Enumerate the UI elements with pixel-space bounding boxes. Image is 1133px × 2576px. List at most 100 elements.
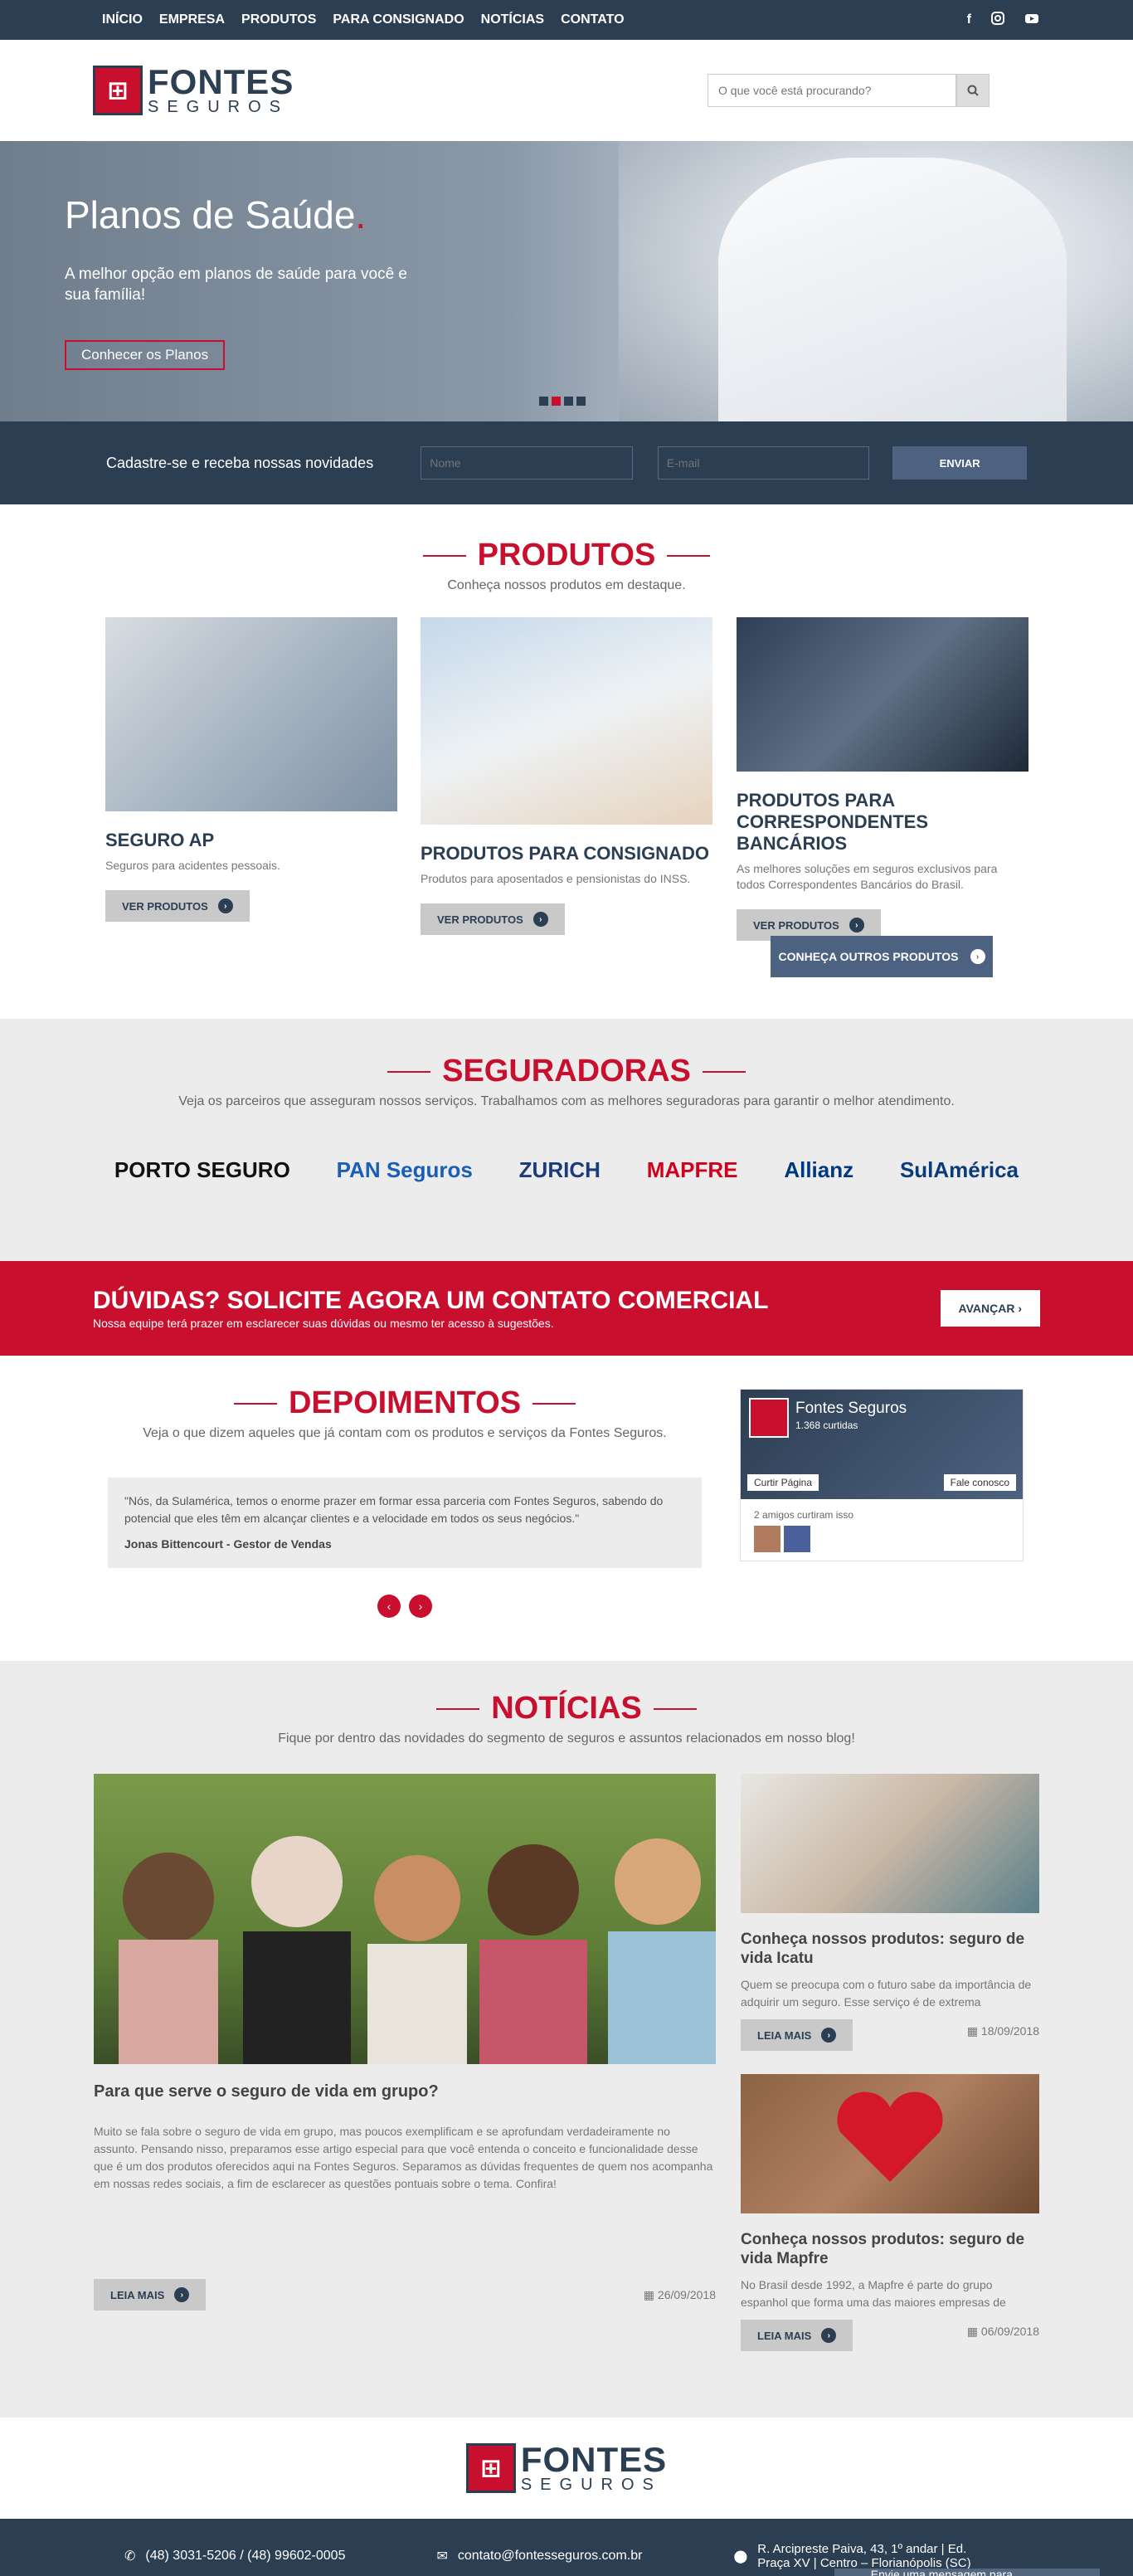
top-navbar: INÍCIO EMPRESA PRODUTOS PARA CONSIGNADO …: [0, 0, 1133, 40]
facebook-icon[interactable]: f: [967, 12, 971, 27]
news-title[interactable]: Conheça nossos produtos: seguro de vida …: [741, 1930, 1039, 1968]
logo-mapfre[interactable]: MAPFRE: [647, 1157, 738, 1183]
logo-porto-seguro[interactable]: PORTO SEGURO: [114, 1157, 290, 1183]
section-title: DEPOIMENTOS: [233, 1385, 576, 1421]
main-menu: INÍCIO EMPRESA PRODUTOS PARA CONSIGNADO …: [102, 12, 625, 27]
location-pin-icon: ⬤: [733, 2549, 748, 2564]
outros-produtos-button[interactable]: CONHEÇA OUTROS PRODUTOS ›: [771, 936, 993, 977]
hero-title: Planos de Saúde.: [65, 193, 367, 236]
nav-item-produtos[interactable]: PRODUTOS: [241, 12, 316, 27]
news-title[interactable]: Para que serve o seguro de vida em grupo…: [94, 2082, 716, 2101]
nav-item-empresa[interactable]: EMPRESA: [159, 12, 225, 27]
arrow-right-icon: ›: [174, 2287, 190, 2302]
nav-item-contato[interactable]: CONTATO: [561, 12, 624, 27]
footer-logo-area: ⊞ FONTES SEGUROS: [0, 2418, 1133, 2519]
fb-likes: 1.368 curtidas: [795, 1419, 858, 1431]
slider-dots: [539, 397, 586, 406]
name-field[interactable]: [421, 446, 633, 480]
brand-name: FONTES: [520, 2440, 668, 2479]
news-date: ▦ 06/09/2018: [966, 2324, 1039, 2338]
nav-item-inicio[interactable]: INÍCIO: [102, 12, 143, 27]
arrow-right-icon: ›: [217, 898, 233, 913]
logo-pan-seguros[interactable]: PAN Seguros: [337, 1157, 473, 1183]
leia-mais-button[interactable]: LEIA MAIS ›: [741, 2320, 853, 2351]
leia-mais-button[interactable]: LEIA MAIS ›: [741, 2019, 853, 2051]
section-subtitle: Veja os parceiros que asseguram nossos s…: [178, 1094, 955, 1108]
search-icon[interactable]: [956, 74, 990, 107]
logo-mark-icon: ⊞: [93, 66, 143, 115]
produtos-section: PRODUTOS Conheça nossos produtos em dest…: [0, 504, 1133, 1019]
seguradoras-section: SEGURADORAS Veja os parceiros que assegu…: [0, 1019, 1133, 1261]
footer-phone[interactable]: ✆ (48) 3031-5206 / (48) 99602-0005: [124, 2548, 345, 2564]
product-title: PRODUTOS PARA CORRESPONDENTES BANCÁRIOS: [737, 790, 929, 854]
news-date: ▦ 26/09/2018: [643, 2287, 716, 2301]
product-image: [105, 617, 397, 811]
slider-dot[interactable]: [564, 397, 573, 406]
logo-allianz[interactable]: Allianz: [784, 1157, 853, 1183]
brand-logo[interactable]: ⊞ FONTES SEGUROS: [93, 65, 294, 116]
logo-mark-icon: ⊞: [465, 2443, 516, 2493]
section-subtitle: Veja o que dizem aqueles que já contam c…: [143, 1426, 667, 1440]
nav-item-noticias[interactable]: NOTÍCIAS: [481, 12, 544, 27]
search-box: [708, 74, 990, 107]
nav-item-para-consignado[interactable]: PARA CONSIGNADO: [333, 12, 464, 27]
product-card: SEGURO AP Seguros para acidentes pessoai…: [105, 617, 397, 922]
section-title: NOTÍCIAS: [436, 1691, 697, 1726]
brand-sub: SEGUROS: [148, 98, 289, 116]
chat-widget[interactable]: ✉Envie uma mensagem para nós!jivochat: [834, 2568, 1100, 2576]
news-image[interactable]: [94, 1774, 716, 2064]
testimonial-quote: "Nós, da Sulamérica, temos o enorme praz…: [108, 1478, 702, 1568]
ver-produtos-button[interactable]: VER PRODUTOS ›: [421, 903, 565, 935]
search-input[interactable]: [708, 74, 956, 107]
hero-slider: Planos de Saúde. A melhor opção em plano…: [0, 141, 1133, 421]
partner-logos: PORTO SEGURO PAN Seguros ZURICH MAPFRE A…: [91, 1157, 1042, 1183]
news-title[interactable]: Conheça nossos produtos: seguro de vida …: [741, 2230, 1039, 2268]
fb-like-button[interactable]: Curtir Página: [747, 1474, 819, 1491]
slider-dot[interactable]: [539, 397, 548, 406]
leia-mais-button[interactable]: LEIA MAIS ›: [94, 2279, 207, 2311]
logo-zurich[interactable]: ZURICH: [519, 1157, 601, 1183]
footer-contact-bar: ✆ (48) 3031-5206 / (48) 99602-0005 ✉ conta…: [0, 2519, 1133, 2576]
prev-arrow-icon[interactable]: ‹: [377, 1595, 401, 1618]
contato-text: Nossa equipe terá prazer em esclarecer s…: [93, 1317, 554, 1330]
slider-dot-active[interactable]: [552, 397, 561, 406]
news-excerpt: Muito se fala sobre o seguro de vida em …: [94, 2125, 713, 2190]
product-image: [421, 617, 712, 825]
product-text: Seguros para acidentes pessoais.: [105, 859, 280, 872]
arrow-right-icon: ›: [821, 2028, 837, 2043]
avancar-button[interactable]: AVANÇAR ›: [940, 1290, 1040, 1327]
product-card: PRODUTOS PARA CONSIGNADO Produtos para a…: [421, 617, 712, 935]
youtube-icon[interactable]: [1024, 12, 1039, 29]
news-date: ▦ 18/09/2018: [966, 2023, 1039, 2038]
send-button[interactable]: ENVIAR: [892, 446, 1027, 480]
footer-email[interactable]: ✉ contato@fontesseguros.com.br: [436, 2548, 642, 2564]
news-image[interactable]: [741, 1774, 1039, 1913]
avatar[interactable]: [754, 1526, 780, 1552]
slider-dot[interactable]: [576, 397, 586, 406]
arrow-right-icon: ›: [970, 949, 985, 964]
fb-page-name[interactable]: Fontes Seguros: [795, 1400, 907, 1418]
next-arrow-icon[interactable]: ›: [409, 1595, 432, 1618]
hero-text: A melhor opção em planos de saúde para v…: [65, 265, 407, 304]
footer-address: ⬤ R. Arcipreste Paiva, 43, 1º andar | Ed.…: [733, 2542, 971, 2570]
avatar[interactable]: [784, 1526, 810, 1552]
news-image[interactable]: [741, 2074, 1039, 2213]
page-avatar: [749, 1398, 789, 1438]
footer-brand-logo[interactable]: ⊞ FONTES SEGUROS: [465, 2440, 668, 2494]
email-field[interactable]: [657, 446, 870, 480]
hero-cta-button[interactable]: Conhecer os Planos: [65, 340, 226, 370]
product-title: PRODUTOS PARA CONSIGNADO: [421, 843, 709, 864]
phone-icon: ✆: [124, 2549, 136, 2564]
instagram-icon[interactable]: [991, 11, 1004, 29]
product-text: Produtos para aposentados e pensionistas…: [421, 872, 691, 885]
product-title: SEGURO AP: [105, 830, 215, 850]
brand-sub: SEGUROS: [520, 2476, 662, 2494]
fb-contact-button[interactable]: Fale conosco: [943, 1474, 1016, 1491]
section-title: PRODUTOS: [422, 538, 711, 573]
mail-icon: ✉: [436, 2549, 448, 2564]
site-header: ⊞ FONTES SEGUROS: [0, 40, 1133, 141]
logo-sulamerica[interactable]: SulAmérica: [900, 1157, 1019, 1183]
product-image: [737, 617, 1028, 772]
news-excerpt: Quem se preocupa com o futuro sabe da im…: [741, 1978, 1032, 2009]
ver-produtos-button[interactable]: VER PRODUTOS ›: [105, 890, 250, 922]
